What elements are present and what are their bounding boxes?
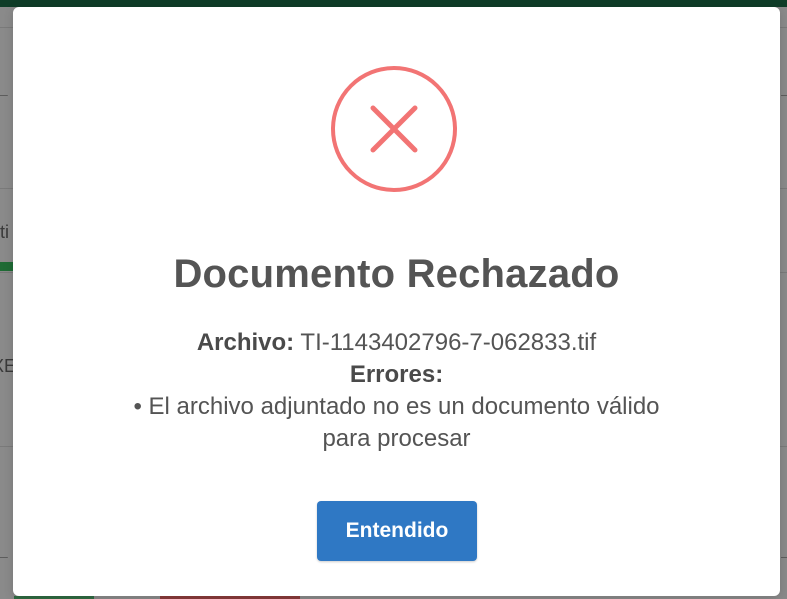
file-name: TI-1143402796-7-062833.tif [300,329,597,356]
confirm-button[interactable]: Entendido [317,501,477,561]
error-x-icon [331,66,457,192]
errors-line: Errores: [53,359,740,391]
dialog-content: Archivo: TI-1143402796-7-062833.tif Erro… [53,327,740,455]
background-green-bar [0,262,14,271]
background-text-fragment: ti [0,222,9,242]
file-line: Archivo: TI-1143402796-7-062833.tif [53,327,740,359]
background-dash-left: – [0,548,8,564]
app-top-bar [0,0,787,7]
background-dash-right: – [781,86,787,102]
error-dialog: Documento Rechazado Archivo: TI-11434027… [13,7,780,596]
background-dash-right: – [781,548,787,564]
file-label: Archivo: [196,329,295,356]
background-dash-left: – [0,86,8,102]
errors-label: Errores: [349,361,444,388]
error-x-icon-graphic [370,105,418,153]
dialog-title: Documento Rechazado [173,252,620,296]
error-message: • El archivo adjuntado no es un document… [133,393,660,452]
